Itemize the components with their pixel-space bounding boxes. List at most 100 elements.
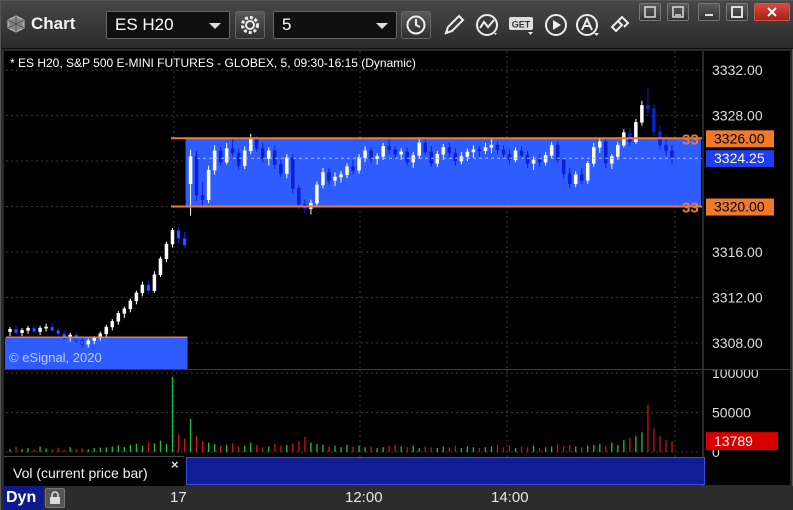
candle-body xyxy=(537,159,542,163)
candle-body xyxy=(363,150,367,158)
get-icon: GET xyxy=(509,17,533,35)
candle-body xyxy=(592,147,596,164)
price-axis-label: 3308.00 xyxy=(712,335,763,351)
candle-body xyxy=(32,327,36,332)
link-icon xyxy=(610,15,630,33)
candle-body xyxy=(453,152,458,162)
candle-body xyxy=(447,147,452,154)
play-button[interactable] xyxy=(541,11,571,39)
candle-body xyxy=(20,330,24,333)
chart-window: Chart ES H20 5 GET 3332.00 3328.00 3316.… xyxy=(0,0,793,510)
close-button[interactable] xyxy=(754,3,790,21)
candle-body xyxy=(50,326,54,331)
candle-body xyxy=(628,132,632,142)
candle-body xyxy=(116,313,121,322)
dynamic-mode-button[interactable]: Dyn xyxy=(3,486,43,510)
candle-body xyxy=(315,184,319,204)
chevron-down-icon xyxy=(376,23,388,29)
volume-legend-label: Vol (current price bar) xyxy=(13,465,148,481)
price-pane[interactable]: 3332.003328.003324.003320.003316.003312.… xyxy=(4,51,790,369)
candle-body xyxy=(549,144,554,156)
candle-body xyxy=(291,157,295,189)
candle-body xyxy=(387,146,391,150)
restore-button[interactable] xyxy=(667,3,689,21)
candle-body xyxy=(134,292,139,302)
candle-body xyxy=(164,243,169,260)
candle-body xyxy=(327,172,331,181)
clock-icon xyxy=(406,15,426,35)
volume-legend: Vol (current price bar) × xyxy=(4,456,184,486)
candle-body xyxy=(429,151,434,164)
candle-body xyxy=(441,147,446,155)
volume-legend-close-icon[interactable]: × xyxy=(171,457,179,472)
candle-body xyxy=(459,156,464,162)
candle-body xyxy=(604,141,608,164)
candle-body xyxy=(501,149,506,155)
candle-body xyxy=(393,149,397,155)
candle-body xyxy=(519,150,524,156)
minimize-button[interactable] xyxy=(698,3,720,21)
candle-body xyxy=(471,149,476,153)
lock-button[interactable] xyxy=(45,488,65,508)
candle-body xyxy=(8,329,12,332)
candle-body xyxy=(610,156,614,164)
link-button[interactable] xyxy=(605,11,635,39)
candle-body xyxy=(435,153,440,164)
candle-body xyxy=(417,142,421,156)
candle-body xyxy=(339,174,343,178)
candle-body xyxy=(80,340,84,345)
time-axis-bar: Dyn 17 12:00 14:00 xyxy=(1,486,793,510)
time-template-button[interactable] xyxy=(401,11,431,39)
candle-body xyxy=(206,169,211,200)
candle-body xyxy=(357,157,361,171)
level-low-tag: 3320.00 xyxy=(714,199,765,215)
symbol-select[interactable]: ES H20 xyxy=(106,11,230,39)
candle-body xyxy=(477,149,482,152)
candle-body xyxy=(273,150,277,165)
candle-body xyxy=(218,150,223,163)
candle-body xyxy=(38,327,42,332)
candle-body xyxy=(188,156,193,185)
candle-body xyxy=(297,188,301,205)
time-label-17: 17 xyxy=(170,489,187,506)
candle-body xyxy=(44,326,48,329)
close-icon xyxy=(767,7,777,17)
candle-body xyxy=(128,300,133,310)
settings-gear-icon xyxy=(241,16,259,34)
chevron-down-icon xyxy=(209,23,221,29)
chart-title: * ES H20, S&P 500 E-MINI FUTURES - GLOBE… xyxy=(10,56,416,70)
candle-body xyxy=(152,274,157,291)
candle-body xyxy=(598,141,602,148)
candle-body xyxy=(14,329,18,333)
watermark: © eSignal, 2020 xyxy=(9,350,102,365)
candle-body xyxy=(86,340,90,345)
chart-settings-button[interactable] xyxy=(235,11,265,39)
alert-button[interactable] xyxy=(573,11,603,39)
candle-body xyxy=(248,138,253,152)
interval-select[interactable]: 5 xyxy=(273,11,397,39)
candle-body xyxy=(381,146,385,157)
candle-body xyxy=(579,174,584,181)
candle-body xyxy=(56,330,60,335)
candle-body xyxy=(236,152,241,166)
pencil-icon xyxy=(444,14,465,35)
get-button[interactable]: GET xyxy=(507,11,537,39)
candle-body xyxy=(279,164,283,174)
study-button[interactable] xyxy=(473,11,503,39)
draw-tool-button[interactable] xyxy=(439,11,469,39)
candle-body xyxy=(555,144,560,161)
pin-button[interactable] xyxy=(639,3,661,21)
interval-value: 5 xyxy=(282,15,292,34)
candle-body xyxy=(616,144,620,157)
level-left-label: 33 xyxy=(682,200,699,217)
study-icon xyxy=(476,14,498,36)
candle-body xyxy=(561,159,566,174)
candle-body xyxy=(267,150,271,160)
candle-body xyxy=(585,163,590,181)
candle-body xyxy=(254,138,259,149)
candle-body xyxy=(140,284,145,294)
last-price-tag: 3324.25 xyxy=(714,150,765,166)
price-axis-label: 3316.00 xyxy=(712,244,763,260)
volume-last-tag: 13789 xyxy=(714,433,753,449)
maximize-button[interactable] xyxy=(726,3,748,21)
